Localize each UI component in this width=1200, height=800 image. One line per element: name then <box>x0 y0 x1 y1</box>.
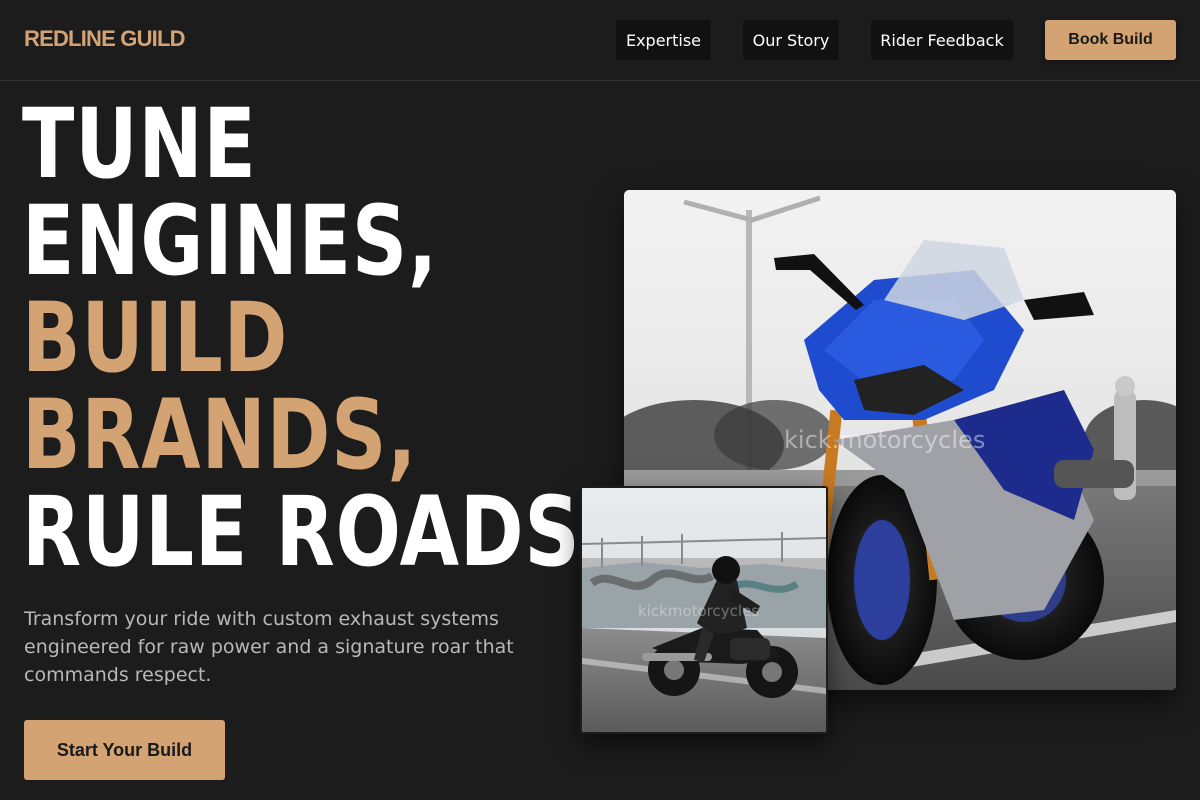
cruiser-rider-photo: kickmotorcycles <box>580 486 828 734</box>
book-build-button[interactable]: Book Build <box>1045 20 1176 60</box>
nav-our-story[interactable]: Our Story <box>743 20 839 60</box>
cruiser-illustration <box>582 488 826 732</box>
hero-subtitle: Transform your ride with custom exhaust … <box>24 608 514 686</box>
headline-line-1: TUNE <box>22 88 257 200</box>
start-build-button[interactable]: Start Your Build <box>24 720 225 780</box>
headline-line-5: RULE ROADS. <box>22 476 611 588</box>
nav-expertise[interactable]: Expertise <box>616 20 711 60</box>
site-logo[interactable]: REDLINE GUILD <box>24 26 186 52</box>
site-header: REDLINE GUILD Expertise Our Story Rider … <box>0 0 1200 81</box>
hero-headline: TUNE ENGINES, BUILD BRANDS, RULE ROADS. <box>22 96 610 581</box>
headline-line-3: BUILD <box>22 282 289 394</box>
headline-line-4: BRANDS, <box>22 379 418 491</box>
headline-line-2: ENGINES, <box>22 185 438 297</box>
nav-rider-feedback[interactable]: Rider Feedback <box>871 20 1013 60</box>
